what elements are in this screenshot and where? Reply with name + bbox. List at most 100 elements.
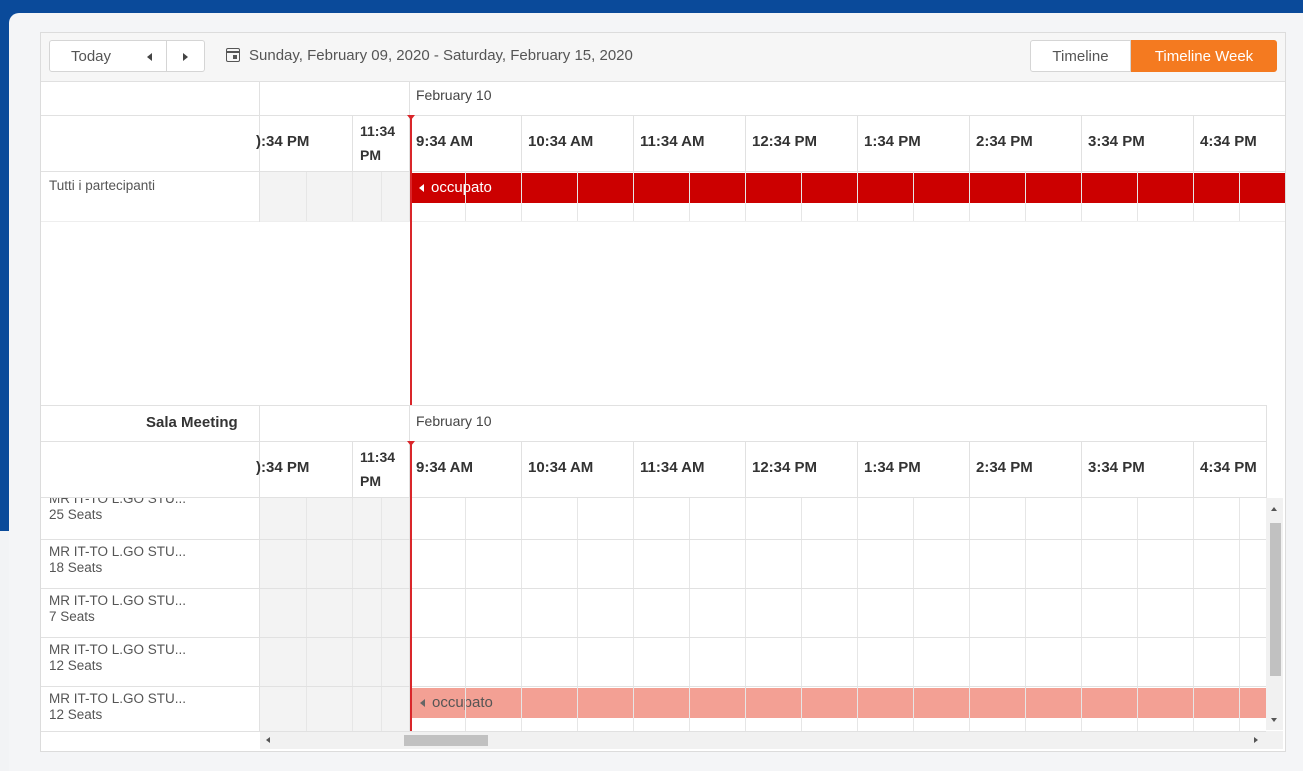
grid-line: [1137, 172, 1138, 221]
time-header: 1:34 PM: [864, 133, 921, 150]
grid-line: [1193, 172, 1194, 221]
resource-row[interactable]: MR IT-TO L.GO STU... 12 Seats: [41, 686, 259, 731]
group-label: Tutti i partecipanti: [49, 178, 156, 193]
resource-seats: 25 Seats: [49, 507, 103, 522]
grid-line: [577, 498, 578, 731]
date-header: February 10: [416, 87, 492, 103]
grid-line: [381, 172, 382, 221]
time-header: 11:34 PM: [360, 123, 396, 163]
resource-row[interactable]: MR IT-TO L.GO STU... 7 Seats: [41, 588, 259, 637]
grid-line: [969, 172, 970, 221]
column-divider: [969, 441, 970, 497]
resource-seats: 18 Seats: [49, 560, 103, 575]
grid-line: [633, 172, 634, 221]
grid-line: [1193, 498, 1194, 731]
time-header: 11:34 AM: [640, 459, 705, 476]
divider: [41, 171, 1285, 172]
column-divider: [352, 441, 353, 497]
resource-row[interactable]: MR IT-TO L.GO STU... 18 Seats: [41, 539, 259, 588]
appointment-occupato[interactable]: occupato: [409, 173, 1285, 203]
grid-line: [1081, 498, 1082, 731]
grid-line: [913, 498, 914, 731]
grid-line: [306, 498, 307, 731]
grid-line: [577, 172, 578, 221]
grid-line: [857, 172, 858, 221]
resource-seats: 7 Seats: [49, 609, 95, 624]
grid-line: [801, 172, 802, 221]
column-divider: [633, 441, 634, 497]
row-divider: [41, 731, 1266, 732]
time-header: 9:34 AM: [416, 459, 473, 476]
scheduler-toolbar: Today Sunday, February 09, 2020 - Saturd…: [41, 33, 1285, 82]
grid-line: [633, 498, 634, 731]
column-divider: [745, 115, 746, 171]
grid-line: [1239, 498, 1240, 731]
vertical-scrollbar-thumb[interactable]: [1270, 523, 1281, 676]
grid-line: [1025, 498, 1026, 731]
resource-name: MR IT-TO L.GO STU...: [49, 691, 187, 706]
scheduler: Today Sunday, February 09, 2020 - Saturd…: [40, 32, 1286, 752]
grid-line: [521, 498, 522, 731]
resource-seats: 12 Seats: [49, 707, 103, 722]
grid-line: [465, 172, 466, 221]
time-header: 3:34 PM: [1088, 459, 1145, 476]
offset-cells: [260, 498, 409, 731]
grid-line: [381, 498, 382, 731]
column-divider: [745, 441, 746, 497]
horizontal-scrollbar-thumb[interactable]: [404, 735, 488, 746]
grid-line: [689, 172, 690, 221]
scroll-right-arrow-icon[interactable]: [1254, 737, 1258, 743]
scroll-down-arrow-icon[interactable]: [1271, 718, 1277, 722]
column-divider: [1081, 441, 1082, 497]
scroll-left-arrow-icon[interactable]: [266, 737, 270, 743]
view-timeline-week-button[interactable]: Timeline Week: [1131, 40, 1277, 72]
column-divider: [1193, 115, 1194, 171]
column-divider: [857, 441, 858, 497]
column-divider: [633, 115, 634, 171]
grid-line: [521, 172, 522, 221]
resource-name: MR IT-TO L.GO STU...: [49, 642, 187, 657]
calendar-icon[interactable]: [226, 48, 240, 62]
time-header: 10:34 AM: [528, 133, 594, 150]
current-time-line: [410, 441, 412, 731]
view-timeline-button[interactable]: Timeline: [1030, 40, 1131, 72]
chevron-right-icon: [183, 53, 188, 62]
column-divider: [857, 115, 858, 171]
grid-line: [745, 498, 746, 731]
time-header: 9:34 AM: [416, 133, 473, 150]
time-header: 12:34 PM: [752, 133, 818, 150]
today-button[interactable]: Today: [49, 40, 133, 72]
group-title: Sala Meeting: [146, 414, 238, 431]
arrow-left-icon: [420, 699, 425, 708]
resource-seats: 12 Seats: [49, 658, 103, 673]
scroll-up-arrow-icon[interactable]: [1271, 507, 1277, 511]
date-range-label[interactable]: Sunday, February 09, 2020 - Saturday, Fe…: [249, 40, 633, 72]
time-header: 10:34 AM: [528, 459, 594, 476]
grid-line: [745, 172, 746, 221]
time-header: 2:34 PM: [976, 459, 1033, 476]
resource-row[interactable]: MR IT-TO L.GO STU... 25 Seats: [41, 498, 259, 539]
next-button[interactable]: [167, 40, 205, 72]
grid-line: [465, 498, 466, 731]
grid-line: [1081, 172, 1082, 221]
time-header: 12:34 PM: [752, 459, 818, 476]
grid-line: [1239, 172, 1240, 221]
grid-line: [913, 172, 914, 221]
previous-button[interactable]: [132, 40, 167, 72]
divider: [41, 441, 1267, 442]
date-header: February 10: [416, 413, 492, 429]
grid-line: [857, 498, 858, 731]
current-time-line: [410, 115, 412, 405]
column-divider: [521, 115, 522, 171]
appointment-label: occupato: [432, 694, 493, 711]
divider: [41, 115, 1285, 116]
divider: [41, 221, 1285, 222]
column-divider: [969, 115, 970, 171]
time-header: 11:34 PM: [360, 449, 396, 489]
resource-row[interactable]: MR IT-TO L.GO STU... 12 Seats: [41, 637, 259, 686]
grid-line: [801, 498, 802, 731]
resource-name: MR IT-TO L.GO STU...: [49, 593, 187, 608]
time-header: ):34 PM: [256, 133, 310, 150]
grid-line: [352, 498, 353, 731]
time-header: 1:34 PM: [864, 459, 921, 476]
